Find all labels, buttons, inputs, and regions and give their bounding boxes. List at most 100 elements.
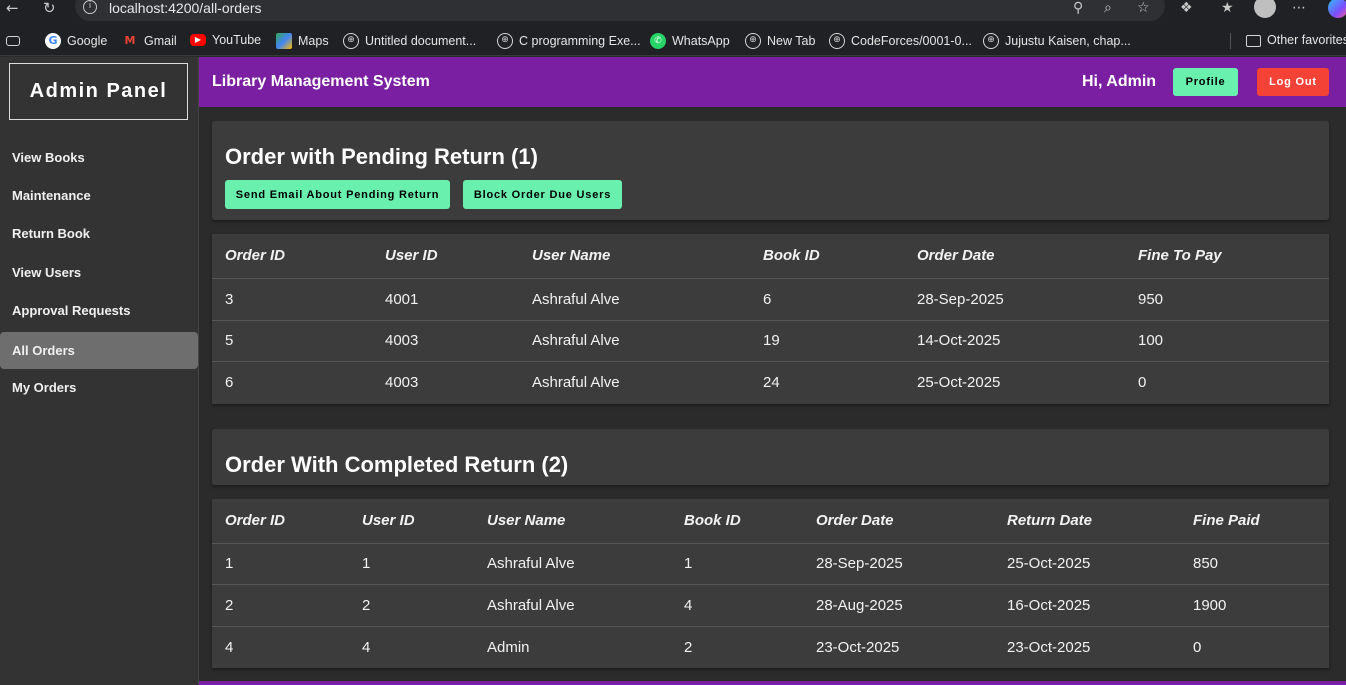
completed-return-title: Order With Completed Return (2) bbox=[225, 452, 569, 477]
favorites-icon[interactable]: ★ bbox=[1221, 0, 1234, 16]
extensions-icon[interactable]: ❖ bbox=[1180, 0, 1193, 16]
send-email-button[interactable]: Send Email About Pending Return bbox=[225, 180, 450, 209]
table-cell: 1 bbox=[349, 543, 474, 585]
address-bar[interactable]: i localhost:4200/all-orders bbox=[75, 0, 1165, 21]
column-header: Fine Paid bbox=[1180, 499, 1329, 544]
table-cell: 4 bbox=[671, 584, 803, 627]
table-cell: 25-Oct-2025 bbox=[917, 374, 1001, 392]
table-cell: 23-Oct-2025 bbox=[1007, 638, 1091, 656]
zoom-icon[interactable]: ⌕ bbox=[1104, 0, 1112, 16]
gmail-icon: M bbox=[124, 34, 136, 47]
pending-orders-table: Order ID User ID User Name Book ID Order Dat… bbox=[212, 234, 1329, 404]
table-cell: 4003 bbox=[372, 320, 519, 362]
globe-icon: ⊕ bbox=[745, 33, 761, 49]
profile-avatar-icon[interactable] bbox=[1254, 0, 1276, 18]
table-cell: 25-Oct-2025 bbox=[994, 543, 1180, 585]
bookmark-whatsapp[interactable]: ✆ WhatsApp bbox=[650, 33, 730, 49]
table-cell: 4 bbox=[225, 638, 234, 656]
column-header: Book ID bbox=[671, 499, 803, 544]
bookmarks-bar: G Google M Gmail ▶ YouTube Maps ⊕ Untitl… bbox=[0, 26, 1346, 56]
bookmark-google[interactable]: G Google bbox=[45, 33, 107, 49]
address-url[interactable]: localhost:4200/all-orders bbox=[109, 0, 262, 16]
table-cell: Ashraful Alve bbox=[519, 278, 750, 321]
key-icon[interactable]: ⚲ bbox=[1073, 0, 1083, 16]
folder-icon bbox=[1246, 35, 1261, 47]
bookmark-new-tab[interactable]: ⊕ New Tab bbox=[745, 33, 815, 49]
bookmark-label: WhatsApp bbox=[672, 34, 730, 48]
bookmark-maps[interactable]: Maps bbox=[276, 33, 329, 49]
app-title: Library Management System bbox=[212, 73, 430, 90]
table-cell: 6 bbox=[225, 374, 234, 392]
column-header: User Name bbox=[519, 234, 750, 279]
table-cell: 2 bbox=[684, 638, 693, 656]
table-row: 2 2 Ashraful Alve 4 28-Aug-2025 16-Oct-2025 19… bbox=[212, 584, 1329, 627]
sidebar-item-my-orders[interactable]: My Orders bbox=[0, 369, 198, 406]
table-cell: 0 bbox=[1138, 374, 1147, 392]
youtube-icon: ▶ bbox=[190, 34, 206, 46]
bookmark-youtube[interactable]: ▶ YouTube bbox=[190, 33, 261, 47]
table-cell: Ashraful Alve bbox=[474, 584, 671, 627]
back-arrow-icon[interactable]: ← bbox=[6, 0, 19, 16]
table-cell: 28-Sep-2025 bbox=[904, 278, 1125, 321]
bookmark-label: Jujustu Kaisen, chap... bbox=[1005, 34, 1131, 48]
sidebar-item-approval-requests[interactable]: Approval Requests bbox=[0, 292, 198, 329]
column-header: Book ID bbox=[750, 234, 904, 279]
bookmark-c-programming[interactable]: ⊕ C programming Exe... bbox=[497, 33, 641, 49]
column-header: Fine To Pay bbox=[1125, 234, 1329, 279]
table-cell: 3 bbox=[212, 278, 372, 321]
table-cell: 100 bbox=[1125, 320, 1329, 362]
bookmark-untitled-document[interactable]: ⊕ Untitled document... bbox=[343, 33, 476, 49]
sidebar: Admin Panel View Books Maintenance Retur… bbox=[0, 57, 199, 685]
sidebar-item-return-book[interactable]: Return Book bbox=[0, 215, 198, 252]
bookmark-jujutsu-kaisen[interactable]: ⊕ Jujustu Kaisen, chap... bbox=[983, 33, 1131, 49]
table-cell: 850 bbox=[1180, 543, 1329, 585]
admin-panel-brand: Admin Panel bbox=[9, 63, 188, 120]
sidebar-item-maintenance[interactable]: Maintenance bbox=[0, 177, 198, 214]
table-cell: 1 bbox=[212, 543, 349, 585]
table-cell: 23-Oct-2025 bbox=[816, 638, 900, 656]
table-cell: 14-Oct-2025 bbox=[904, 320, 1125, 362]
sidebar-item-all-orders[interactable]: All Orders bbox=[0, 332, 198, 369]
google-icon: G bbox=[45, 33, 61, 49]
block-due-users-button[interactable]: Block Order Due Users bbox=[463, 180, 622, 209]
table-row: 4 4 Admin 2 23-Oct-2025 23-Oct-2025 0 bbox=[212, 626, 1329, 668]
table-cell: 950 bbox=[1125, 278, 1329, 321]
maps-icon bbox=[276, 33, 292, 49]
bookmark-label: New Tab bbox=[767, 34, 816, 48]
copilot-icon[interactable] bbox=[1328, 0, 1346, 18]
column-header: Order ID bbox=[212, 234, 372, 279]
table-cell: 5 bbox=[212, 320, 372, 362]
table-row: 1 1 Ashraful Alve 1 28-Sep-2025 25-Oct-2025 85… bbox=[212, 543, 1329, 585]
table-cell: 19 bbox=[750, 320, 904, 362]
site-info-icon[interactable]: i bbox=[83, 0, 97, 14]
table-cell: Ashraful Alve bbox=[532, 374, 620, 392]
table-header-row: Order ID User ID User Name Book ID Order Dat… bbox=[212, 234, 1329, 279]
table-cell: 1 bbox=[671, 543, 803, 585]
other-favorites[interactable]: Other favorites bbox=[1246, 33, 1346, 47]
pending-return-title: Order with Pending Return (1) bbox=[225, 144, 538, 169]
column-header: Order ID bbox=[212, 499, 349, 544]
column-header: User ID bbox=[372, 234, 519, 279]
tab-actions-icon[interactable] bbox=[6, 33, 20, 46]
app-header: Library Management System Hi, Admin Prof… bbox=[199, 57, 1346, 107]
table-cell: 28-Aug-2025 bbox=[803, 584, 994, 627]
sidebar-item-view-users[interactable]: View Users bbox=[0, 254, 198, 291]
logout-button[interactable]: Log Out bbox=[1257, 68, 1329, 96]
pending-return-card: Order with Pending Return (1) Send Email… bbox=[212, 121, 1329, 220]
bookmark-label: Maps bbox=[298, 34, 329, 48]
column-header: Order Date bbox=[803, 499, 994, 544]
whatsapp-icon: ✆ bbox=[650, 33, 666, 49]
bookmark-codeforces[interactable]: ⊕ CodeForces/0001-0... bbox=[829, 33, 972, 49]
footer-strip bbox=[199, 681, 1346, 685]
table-cell: 28-Sep-2025 bbox=[803, 543, 994, 585]
star-icon[interactable]: ☆ bbox=[1137, 0, 1150, 16]
bookmark-gmail[interactable]: M Gmail bbox=[122, 33, 177, 49]
completed-orders-table: Order ID User ID User Name Book ID Order Dat… bbox=[212, 499, 1329, 668]
reload-icon[interactable]: ↻ bbox=[43, 0, 56, 16]
sidebar-item-view-books[interactable]: View Books bbox=[0, 139, 198, 176]
table-cell: 2 bbox=[349, 584, 474, 627]
profile-button[interactable]: Profile bbox=[1173, 68, 1238, 96]
table-cell: 16-Oct-2025 bbox=[994, 584, 1180, 627]
more-menu-icon[interactable]: ⋯ bbox=[1292, 0, 1306, 16]
table-header-row: Order ID User ID User Name Book ID Order Dat… bbox=[212, 499, 1329, 544]
